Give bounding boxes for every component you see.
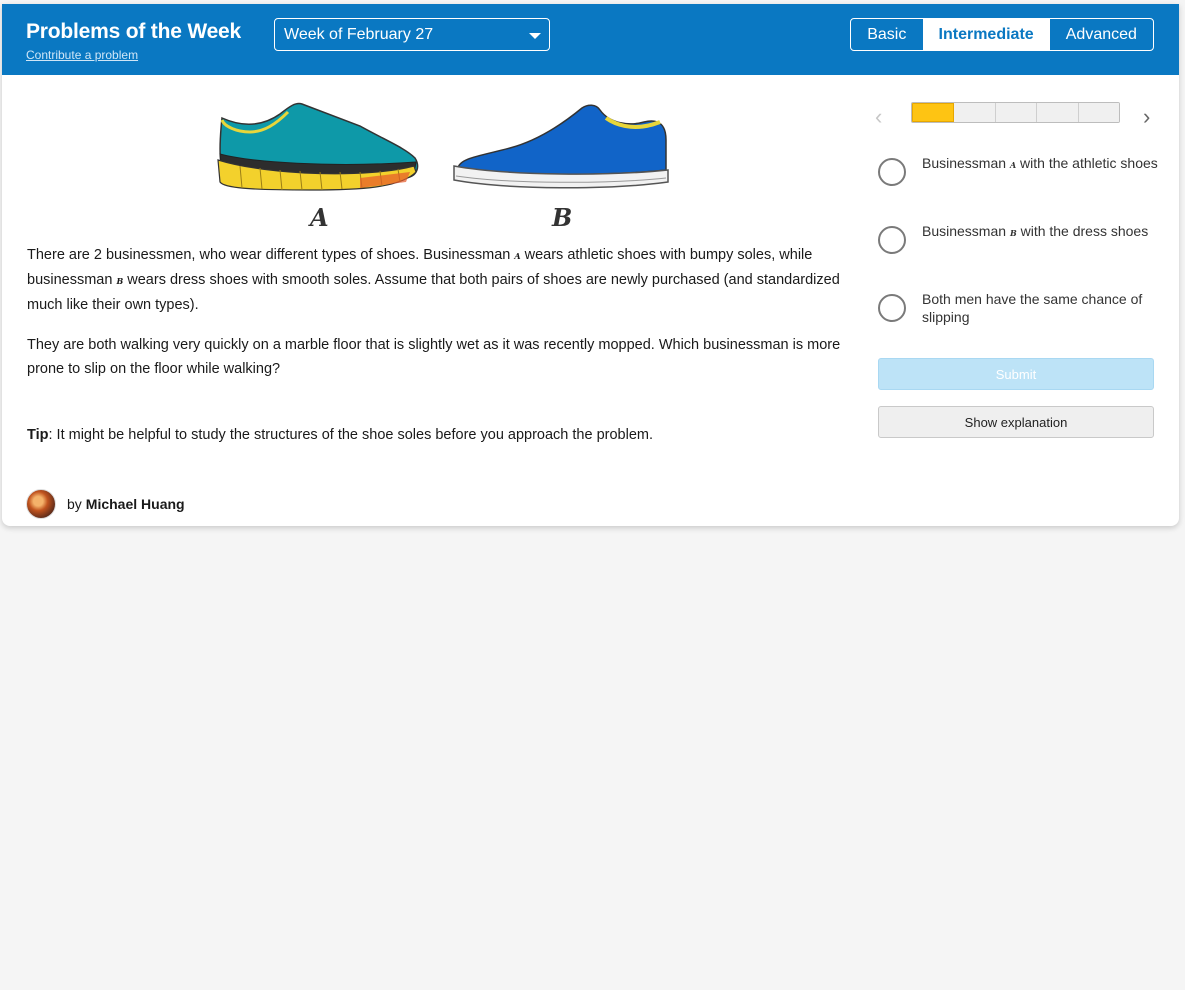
progress-segment-1[interactable] bbox=[912, 103, 955, 122]
week-dropdown[interactable]: Week of February 27 bbox=[274, 18, 550, 51]
author-line: by Michael Huang bbox=[26, 489, 185, 519]
opt2-pre: Businessman bbox=[922, 223, 1010, 239]
level-tabs: Basic Intermediate Advanced bbox=[850, 18, 1154, 51]
tip-body: : It might be helpful to study the struc… bbox=[48, 427, 654, 443]
show-explanation-button[interactable]: Show explanation bbox=[878, 406, 1154, 438]
author-name[interactable]: Michael Huang bbox=[86, 496, 185, 512]
problem-paragraph-1: There are 2 businessmen, who wear differ… bbox=[27, 243, 857, 317]
tab-advanced[interactable]: Advanced bbox=[1050, 19, 1153, 50]
answer-option-1[interactable]: Businessman A with the athletic shoes bbox=[878, 155, 1158, 186]
tab-basic[interactable]: Basic bbox=[851, 19, 924, 50]
answer-option-3[interactable]: Both men have the same chance of slippin… bbox=[878, 291, 1158, 326]
progress-segment-3[interactable] bbox=[995, 103, 1038, 122]
chevron-right-icon[interactable]: › bbox=[1143, 104, 1150, 130]
contribute-link[interactable]: Contribute a problem bbox=[26, 48, 138, 62]
shoe-b-label: B bbox=[551, 203, 572, 232]
chevron-left-icon[interactable]: ‹ bbox=[875, 104, 882, 130]
answer-option-3-label: Both men have the same chance of slippin… bbox=[922, 291, 1143, 325]
chevron-down-icon bbox=[529, 33, 541, 39]
tip-label: Tip bbox=[27, 427, 49, 443]
opt2-letter: B bbox=[1009, 228, 1017, 238]
progress-segment-2[interactable] bbox=[954, 103, 996, 122]
athletic-shoe-image bbox=[217, 102, 419, 191]
submit-button[interactable]: Submit bbox=[878, 358, 1154, 390]
progress-segment-5[interactable] bbox=[1078, 103, 1119, 122]
answer-option-2[interactable]: Businessman B with the dress shoes bbox=[878, 223, 1158, 254]
shoes-illustration: A B bbox=[217, 102, 669, 232]
radio-button[interactable] bbox=[878, 158, 906, 186]
opt2-post: with the dress shoes bbox=[1016, 223, 1149, 239]
radio-button[interactable] bbox=[878, 294, 906, 322]
p1-part3: wears dress shoes with smooth soles. Ass… bbox=[27, 272, 840, 313]
answer-option-1-label: Businessman A with the athletic shoes bbox=[922, 154, 1158, 174]
problem-card: Problems of the Week Contribute a proble… bbox=[2, 4, 1179, 526]
opt1-pre: Businessman bbox=[922, 155, 1010, 171]
tab-intermediate[interactable]: Intermediate bbox=[923, 19, 1050, 50]
page-title: Problems of the Week bbox=[26, 20, 242, 43]
progress-segment-4[interactable] bbox=[1037, 103, 1079, 122]
shoe-a-label: A bbox=[308, 203, 329, 232]
dress-shoe-image bbox=[453, 104, 669, 189]
problem-paragraph-2: They are both walking very quickly on a … bbox=[27, 337, 841, 377]
radio-button[interactable] bbox=[878, 226, 906, 254]
p1-part1: There are 2 businessmen, who wear differ… bbox=[27, 247, 515, 263]
opt1-post: with the athletic shoes bbox=[1016, 155, 1158, 171]
problem-progress bbox=[911, 102, 1120, 123]
tip-text: Tip: It might be helpful to study the st… bbox=[27, 423, 857, 447]
author-prefix: by bbox=[67, 496, 82, 512]
avatar[interactable] bbox=[26, 489, 56, 519]
answer-option-2-label: Businessman B with the dress shoes bbox=[922, 222, 1148, 242]
week-dropdown-value: Week of February 27 bbox=[284, 26, 434, 43]
header-bar: Problems of the Week Contribute a proble… bbox=[2, 4, 1179, 75]
